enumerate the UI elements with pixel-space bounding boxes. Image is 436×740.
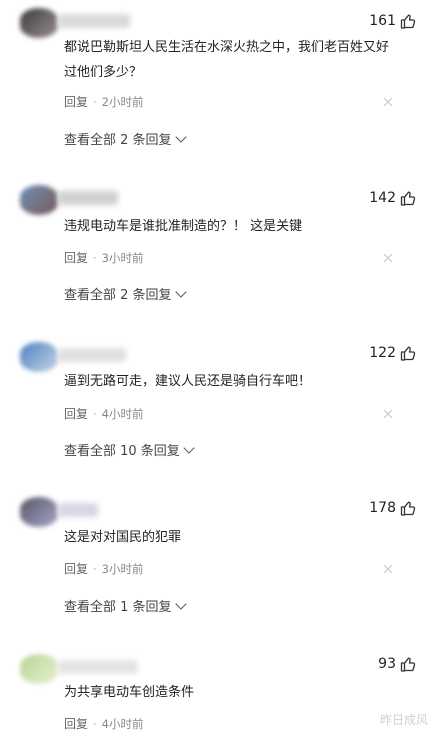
view-all-label: 查看全部 2 条回复 <box>64 288 172 303</box>
view-all-label: 查看全部 2 条回复 <box>64 133 172 148</box>
like-count: 178 <box>369 500 396 516</box>
username[interactable] <box>58 660 138 674</box>
comment-meta: 回复 · 3小时前 <box>64 251 144 265</box>
avatar[interactable] <box>20 342 58 372</box>
like-count: 93 <box>378 656 396 672</box>
view-all-label: 查看全部 1 条回复 <box>64 600 172 615</box>
comment-text: 为共享电动车创造条件 <box>64 685 195 700</box>
comment-text: 违规电动车是谁批准制造的？！ 这是关键 <box>64 219 303 234</box>
chevron-down-icon <box>174 131 187 143</box>
view-all-replies[interactable]: 查看全部 10 条回复 <box>64 440 195 459</box>
username[interactable] <box>58 14 130 28</box>
comment-time: 3小时前 <box>101 251 144 265</box>
avatar[interactable] <box>20 497 58 527</box>
comment-text: 逼到无路可走，建议人民还是骑自行车吧！ <box>64 374 312 389</box>
close-icon[interactable] <box>384 565 392 573</box>
avatar[interactable] <box>20 185 58 215</box>
username[interactable] <box>58 348 126 362</box>
comment-meta: 回复 · 4小时前 <box>64 717 144 731</box>
reply-button[interactable]: 回复 <box>64 562 88 576</box>
reply-button[interactable]: 回复 <box>64 407 88 421</box>
watermark: 昨日成风 <box>379 713 428 727</box>
close-icon[interactable] <box>384 254 392 262</box>
thumbs-up-icon[interactable] <box>400 13 416 29</box>
view-all-label: 查看全部 10 条回复 <box>64 444 180 459</box>
avatar[interactable] <box>20 8 58 38</box>
thumbs-up-icon[interactable] <box>400 190 416 206</box>
like-count: 161 <box>369 13 396 29</box>
reply-button[interactable]: 回复 <box>64 251 88 265</box>
view-all-replies[interactable]: 查看全部 1 条回复 <box>64 596 187 615</box>
reply-button[interactable]: 回复 <box>64 717 88 731</box>
close-icon[interactable] <box>384 410 392 418</box>
username[interactable] <box>58 503 98 517</box>
thumbs-up-icon[interactable] <box>400 500 416 516</box>
thumbs-up-icon[interactable] <box>400 656 416 672</box>
like-count: 122 <box>369 345 396 361</box>
comment-time: 3小时前 <box>101 562 144 576</box>
chevron-down-icon <box>174 286 187 298</box>
comment-meta: 回复 · 2小时前 <box>64 95 144 109</box>
avatar[interactable] <box>20 654 58 684</box>
comment-time: 4小时前 <box>101 717 144 731</box>
comment-time: 4小时前 <box>101 407 144 421</box>
chevron-down-icon <box>183 442 195 454</box>
comment-meta: 回复 · 3小时前 <box>64 562 144 576</box>
like-count: 142 <box>369 190 396 206</box>
close-icon[interactable] <box>384 98 392 106</box>
username[interactable] <box>58 191 118 205</box>
reply-button[interactable]: 回复 <box>64 95 88 109</box>
comment-text: 这是对对国民的犯罪 <box>64 530 182 545</box>
view-all-replies[interactable]: 查看全部 2 条回复 <box>64 284 187 303</box>
thumbs-up-icon[interactable] <box>400 345 416 361</box>
chevron-down-icon <box>174 598 187 610</box>
comment-time: 2小时前 <box>101 95 144 109</box>
comment-meta: 回复 · 4小时前 <box>64 407 144 421</box>
view-all-replies[interactable]: 查看全部 2 条回复 <box>64 129 187 148</box>
comment-text: 都说巴勒斯坦人民生活在水深火热之中，我们老百姓又好过他们多少？ <box>64 40 390 80</box>
